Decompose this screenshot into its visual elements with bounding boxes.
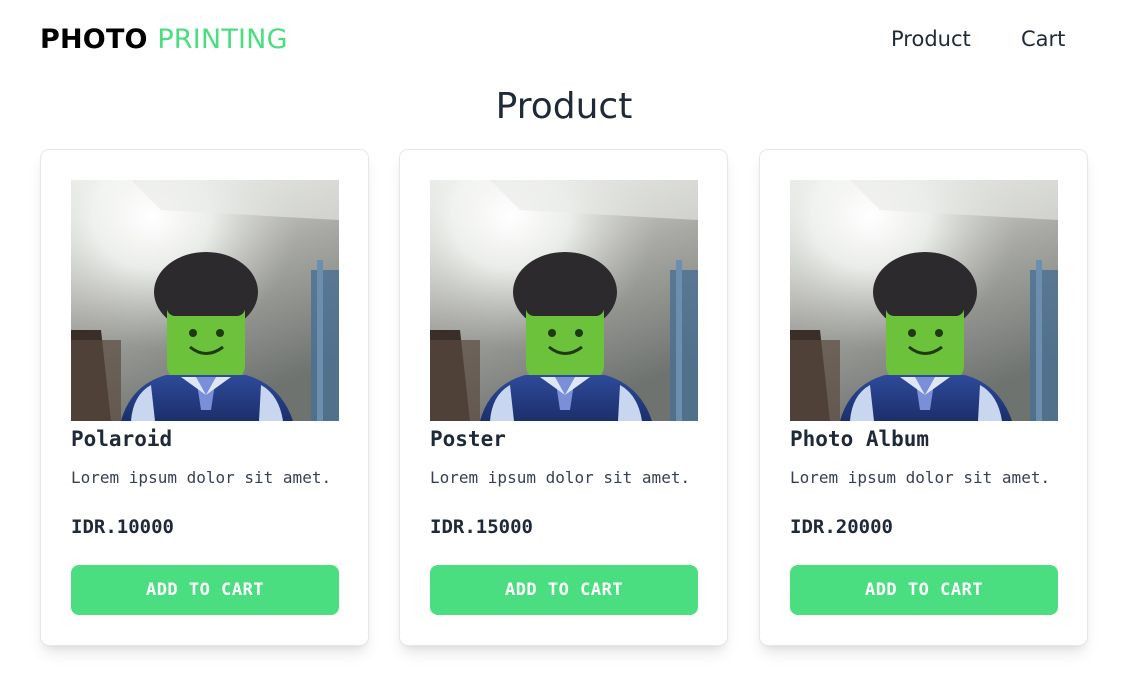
product-name: Poster bbox=[430, 427, 506, 451]
product-name: Photo Album bbox=[790, 427, 930, 451]
product-name: Polaroid bbox=[71, 427, 173, 451]
product-image bbox=[790, 180, 1058, 421]
brand-logo[interactable]: PHOTO PRINTING bbox=[40, 24, 288, 55]
product-image bbox=[71, 180, 339, 421]
page-title: Product bbox=[495, 86, 633, 127]
product-description: Lorem ipsum dolor sit amet. bbox=[430, 468, 691, 487]
product-description: Lorem ipsum dolor sit amet. bbox=[71, 468, 332, 487]
product-card-photo-album: Photo Album Lorem ipsum dolor sit amet. … bbox=[759, 149, 1088, 646]
add-to-cart-button[interactable]: ADD TO CART bbox=[790, 565, 1058, 615]
add-to-cart-button[interactable]: ADD TO CART bbox=[71, 565, 339, 615]
nav-link-product[interactable]: Product bbox=[891, 27, 971, 51]
product-image bbox=[430, 180, 698, 421]
navbar: PHOTO PRINTING Product Cart bbox=[0, 0, 1142, 82]
add-to-cart-button[interactable]: ADD TO CART bbox=[430, 565, 698, 615]
product-price: IDR.15000 bbox=[430, 516, 533, 538]
product-card-polaroid: Polaroid Lorem ipsum dolor sit amet. IDR… bbox=[40, 149, 369, 646]
brand-word-photo: PHOTO bbox=[40, 24, 148, 55]
product-price: IDR.10000 bbox=[71, 516, 174, 538]
product-price: IDR.20000 bbox=[790, 516, 893, 538]
nav-link-cart[interactable]: Cart bbox=[1021, 27, 1065, 51]
brand-word-printing: PRINTING bbox=[157, 24, 288, 55]
product-card-poster: Poster Lorem ipsum dolor sit amet. IDR.1… bbox=[399, 149, 728, 646]
product-description: Lorem ipsum dolor sit amet. bbox=[790, 468, 1051, 487]
product-list: Polaroid Lorem ipsum dolor sit amet. IDR… bbox=[40, 149, 1090, 647]
